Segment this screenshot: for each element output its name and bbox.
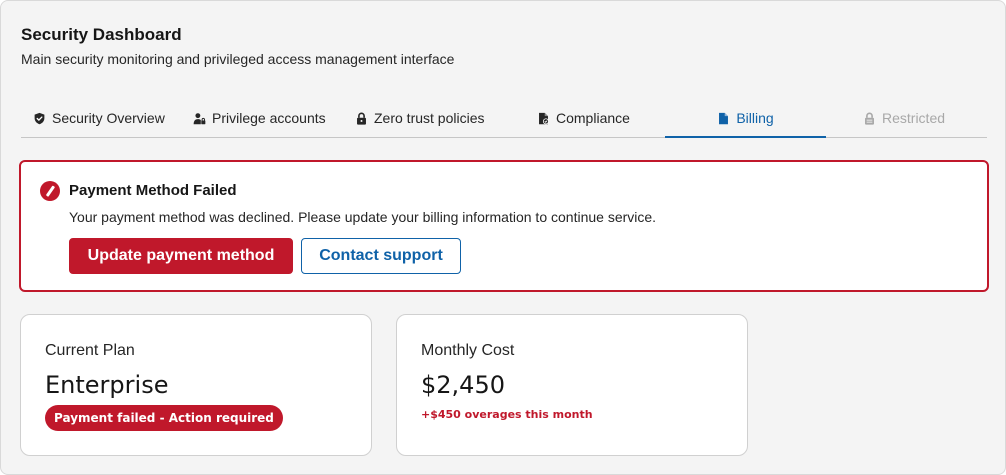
document-icon bbox=[719, 112, 729, 124]
alert-title: Payment Method Failed bbox=[69, 182, 237, 199]
tab-label: Privilege accounts bbox=[212, 110, 326, 126]
tab-label: Compliance bbox=[556, 110, 630, 126]
tab-compliance[interactable]: Compliance bbox=[537, 99, 630, 137]
card-label: Current Plan bbox=[45, 342, 135, 359]
app-frame: Security Dashboard Main security monitor… bbox=[0, 0, 1006, 475]
status-badge: Payment failed - Action required bbox=[45, 405, 283, 431]
document-check-icon bbox=[539, 112, 549, 124]
tab-billing[interactable]: Billing bbox=[665, 99, 826, 138]
tab-privilege-accounts[interactable]: Privilege accounts bbox=[193, 99, 326, 137]
tab-restricted: Restricted bbox=[863, 99, 945, 137]
user-lock-icon bbox=[193, 112, 206, 124]
plan-name: Enterprise bbox=[45, 371, 169, 399]
tab-label: Billing bbox=[736, 110, 774, 126]
lock-icon bbox=[865, 112, 874, 125]
contact-support-button[interactable]: Contact support bbox=[301, 238, 461, 274]
tab-bar: Security Overview Privilege accounts Zer… bbox=[21, 99, 987, 138]
page-subtitle: Main security monitoring and privileged … bbox=[21, 51, 455, 67]
page-title: Security Dashboard bbox=[21, 25, 182, 44]
card-label: Monthly Cost bbox=[421, 342, 515, 359]
alert-message: Your payment method was declined. Please… bbox=[69, 209, 657, 225]
tab-zero-trust-policies[interactable]: Zero trust policies bbox=[355, 99, 484, 137]
tab-security-overview[interactable]: Security Overview bbox=[33, 99, 165, 137]
payment-failed-alert: Payment Method Failed Your payment metho… bbox=[19, 160, 989, 292]
tab-label: Security Overview bbox=[52, 110, 165, 126]
tab-label: Zero trust policies bbox=[374, 110, 485, 126]
current-plan-card: Current Plan Enterprise Payment failed -… bbox=[20, 314, 372, 456]
tab-label: Restricted bbox=[882, 110, 946, 126]
monthly-cost-value: $2,450 bbox=[421, 371, 505, 399]
lock-icon bbox=[357, 112, 366, 125]
overage-note: +$450 overages this month bbox=[421, 408, 593, 421]
update-payment-method-button[interactable]: Update payment method bbox=[69, 238, 293, 274]
shield-icon bbox=[34, 112, 45, 124]
error-circle-icon bbox=[40, 181, 60, 201]
monthly-cost-card: Monthly Cost $2,450 +$450 overages this … bbox=[396, 314, 748, 456]
